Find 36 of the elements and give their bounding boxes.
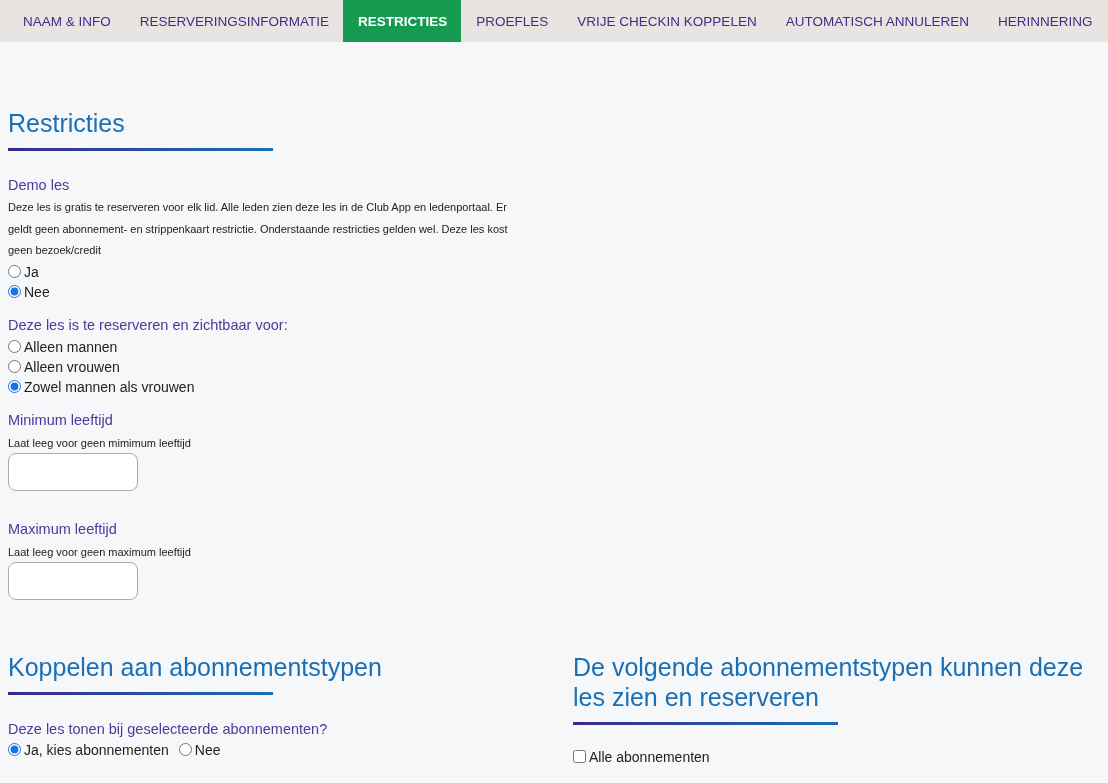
radio-label: Ja [24, 263, 39, 280]
section-heading: De volgende abonnementstypen kunnen deze les zien en reserveren [573, 651, 1085, 712]
radio-label: Alleen mannen [24, 338, 118, 355]
radio-button[interactable] [8, 285, 21, 298]
radio-label: Nee [194, 741, 221, 758]
tab[interactable]: PROEFLES [461, 0, 563, 42]
radio-button[interactable] [8, 380, 21, 393]
field-label: Deze les tonen bij geselecteerde abonnementen? [8, 720, 329, 737]
radio-button[interactable] [8, 743, 21, 756]
field-label: Minimum leeftijd [8, 411, 114, 428]
checkbox[interactable] [573, 750, 586, 763]
radio-button[interactable] [178, 743, 192, 756]
radio-button[interactable] [8, 360, 21, 373]
tab[interactable]: VRIJE CHECKIN KOPPELEN [562, 0, 771, 42]
field-label: Maximum leeftijd [8, 520, 118, 537]
field-label: Demo les [8, 177, 71, 193]
section-heading: Koppelen aan abonnementstypen [8, 651, 383, 682]
tab[interactable]: RESERVERINGSINFORMATIE [124, 0, 344, 42]
checkbox-label: Alle abonnementen [589, 748, 710, 765]
hint-text: Laat leeg voor geen mimimum leeftijd [8, 436, 192, 449]
radio-label: Alleen vrouwen [24, 358, 120, 375]
section-heading: Restricties [8, 108, 126, 138]
input-field[interactable] [8, 561, 138, 600]
hint-text: Laat leeg voor geen maximum leeftijd [8, 545, 192, 558]
tab[interactable]: HERINNERING [982, 0, 1107, 42]
field-label: Deze les is te reserveren en zichtbaar voor: [8, 316, 289, 333]
tab[interactable]: NAAM & INFO [8, 0, 125, 42]
radio-label: Zowel mannen als vrouwen [24, 378, 195, 395]
radio-label: Ja, kies abonnementen [24, 741, 169, 758]
radio-label: Nee [24, 283, 50, 300]
description-text: Deze les is gratis te reserveren voor elk lid. Alle leden zien deze les in de Club App en ledenportaal. Er geldt geen abonnement- en strippenkaart restrictie. Onderstaande restricties gelden wel. Deze les kost geen bezoek/credit [8, 200, 509, 258]
tab[interactable]: AUTOMATISCH ANNULEREN [770, 0, 983, 42]
input-field[interactable] [8, 452, 138, 491]
tab[interactable]: RESTRICTIES [343, 0, 462, 42]
radio-button[interactable] [8, 340, 21, 353]
radio-button[interactable] [8, 265, 21, 278]
